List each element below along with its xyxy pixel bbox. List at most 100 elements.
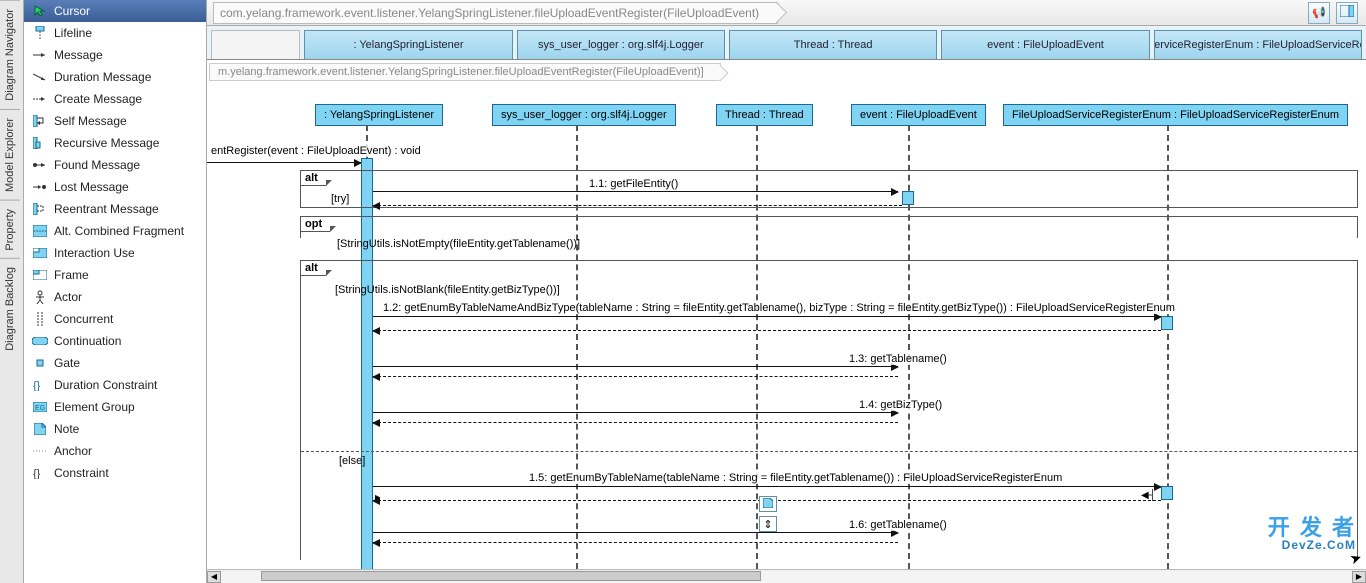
pal-message[interactable]: Message [24, 44, 206, 66]
tab-enum[interactable]: FileUploadServiceRegisterEnum : FileUplo… [1154, 30, 1362, 59]
selection-handle-left[interactable]: ◀┤ [1141, 490, 1156, 501]
return-1-2[interactable] [373, 330, 1161, 331]
inner-breadcrumb[interactable]: m.yelang.framework.event.listener.Yelang… [209, 62, 721, 82]
pal-concurrent[interactable]: Concurrent [24, 308, 206, 330]
horizontal-scrollbar[interactable]: ◀ ▶ [207, 569, 1366, 583]
pal-reentrant-message[interactable]: Reentrant Message [24, 198, 206, 220]
return-1-6[interactable] [373, 542, 898, 543]
pal-note[interactable]: Note [24, 418, 206, 440]
duration-message-icon [32, 70, 48, 84]
tab-diagram-navigator[interactable]: Diagram Navigator [0, 0, 20, 109]
breadcrumb[interactable]: com.yelang.framework.event.listener.Yela… [213, 2, 778, 24]
activation-enum-1[interactable] [1161, 316, 1173, 330]
activation-enum-2[interactable] [1161, 486, 1173, 500]
main-area: com.yelang.framework.event.listener.Yela… [207, 0, 1366, 583]
pal-anchor[interactable]: Anchor [24, 440, 206, 462]
tab-model-explorer[interactable]: Model Explorer [0, 109, 20, 200]
lifeline-listener[interactable]: : YelangSpringListener [315, 104, 443, 126]
msg-1-5[interactable] [373, 486, 1161, 487]
lifeline-enum[interactable]: FileUploadServiceRegisterEnum : FileUplo… [1003, 104, 1348, 126]
pal-lost-message[interactable]: Lost Message [24, 176, 206, 198]
pal-found-message[interactable]: Found Message [24, 154, 206, 176]
msg-1-1[interactable] [373, 191, 898, 192]
return-1-3[interactable] [373, 376, 898, 377]
svg-text:{}: {} [33, 468, 41, 479]
layout-button[interactable] [1336, 2, 1358, 24]
inner-breadcrumb-text: m.yelang.framework.event.listener.Yelang… [209, 63, 721, 81]
return-1-1[interactable] [373, 205, 902, 206]
lost-message-icon [32, 180, 48, 194]
svg-text:EG: EG [35, 405, 45, 412]
scroll-left-button[interactable]: ◀ [207, 571, 221, 583]
pal-lifeline[interactable]: Lifeline [24, 22, 206, 44]
svg-text:{}: {} [33, 380, 41, 391]
scroll-right-button[interactable]: ▶ [1352, 571, 1366, 583]
frag-label-opt: opt [300, 216, 330, 232]
frag-label-alt: alt [300, 170, 326, 186]
return-1-4[interactable] [373, 422, 898, 423]
pal-continuation[interactable]: Continuation [24, 330, 206, 352]
float-resize-button[interactable]: ⇕ [759, 516, 777, 532]
guard-notblank: [StringUtils.isNotBlank(fileEntity.getBi… [335, 284, 560, 296]
lifeline-thread[interactable]: Thread : Thread [716, 104, 813, 126]
scroll-track[interactable] [221, 571, 1352, 583]
pal-duration-message[interactable]: Duration Message [24, 66, 206, 88]
concurrent-icon [32, 312, 48, 326]
msg-1-4[interactable] [373, 412, 898, 413]
tab-listener[interactable]: : YelangSpringListener [304, 30, 512, 59]
msg-1-2[interactable] [373, 316, 1161, 317]
recursive-message-icon [32, 136, 48, 150]
activation-event-1[interactable] [902, 191, 914, 205]
pal-duration-constraint[interactable]: {}Duration Constraint [24, 374, 206, 396]
pal-frame[interactable]: Frame [24, 264, 206, 286]
float-note-button[interactable] [759, 496, 777, 512]
msg-1-5-label: 1.5: getEnumByTableName(tableName : Stri… [527, 472, 1064, 484]
scroll-thumb[interactable] [261, 571, 761, 581]
pal-interaction-use[interactable]: Interaction Use [24, 242, 206, 264]
entry-arrow[interactable] [207, 162, 361, 163]
tab-blank[interactable] [211, 30, 300, 59]
breadcrumb-bar: com.yelang.framework.event.listener.Yela… [207, 0, 1366, 26]
lifeline-event[interactable]: event : FileUploadEvent [851, 104, 986, 126]
pal-element-group[interactable]: EGElement Group [24, 396, 206, 418]
tab-event[interactable]: event : FileUploadEvent [941, 30, 1149, 59]
mouse-cursor: ➤ [1348, 549, 1365, 569]
create-message-icon [32, 92, 48, 106]
pal-self-message[interactable]: Self Message [24, 110, 206, 132]
tab-property[interactable]: Property [0, 200, 20, 259]
gate-icon [32, 356, 48, 370]
pal-gate[interactable]: Gate [24, 352, 206, 374]
fragment-alt-outer[interactable]: alt [try] [300, 170, 1358, 208]
fragment-opt[interactable]: opt [300, 216, 1358, 238]
guard-else: [else] [339, 455, 365, 467]
pal-actor[interactable]: Actor [24, 286, 206, 308]
pal-cursor[interactable]: Cursor [24, 0, 206, 22]
side-tab-strip: Diagram Navigator Model Explorer Propert… [0, 0, 24, 583]
lifeline-tabs: : YelangSpringListener sys_user_logger :… [207, 26, 1366, 60]
self-message-icon [32, 114, 48, 128]
selection-handle-start[interactable]: ▸ [375, 492, 380, 503]
msg-1-6[interactable] [373, 532, 898, 533]
frame-icon [32, 268, 48, 282]
alt-fragment-icon [32, 224, 48, 238]
continuation-icon [32, 334, 48, 348]
pal-recursive-message[interactable]: Recursive Message [24, 132, 206, 154]
note-icon [32, 422, 48, 436]
tab-logger[interactable]: sys_user_logger : org.slf4j.Logger [517, 30, 725, 59]
msg-1-3[interactable] [373, 366, 898, 367]
pal-constraint[interactable]: {}Constraint [24, 462, 206, 484]
megaphone-icon: 📢 [1312, 6, 1326, 19]
diagram-canvas[interactable]: m.yelang.framework.event.listener.Yelang… [207, 60, 1366, 569]
reentrant-message-icon [32, 202, 48, 216]
pal-create-message[interactable]: Create Message [24, 88, 206, 110]
tab-thread[interactable]: Thread : Thread [729, 30, 937, 59]
cursor-icon [32, 4, 48, 18]
constraint-icon: {} [32, 466, 48, 480]
announce-button[interactable]: 📢 [1308, 2, 1330, 24]
lifeline-logger[interactable]: sys_user_logger : org.slf4j.Logger [492, 104, 676, 126]
watermark: 开 发 者 DevZe.CoM [1268, 517, 1356, 551]
entry-message[interactable]: entRegister(event : FileUploadEvent) : v… [209, 145, 423, 157]
tab-diagram-backlog[interactable]: Diagram Backlog [0, 258, 20, 359]
frag-label-alt2: alt [300, 260, 326, 276]
pal-alt-fragment[interactable]: Alt. Combined Fragment [24, 220, 206, 242]
